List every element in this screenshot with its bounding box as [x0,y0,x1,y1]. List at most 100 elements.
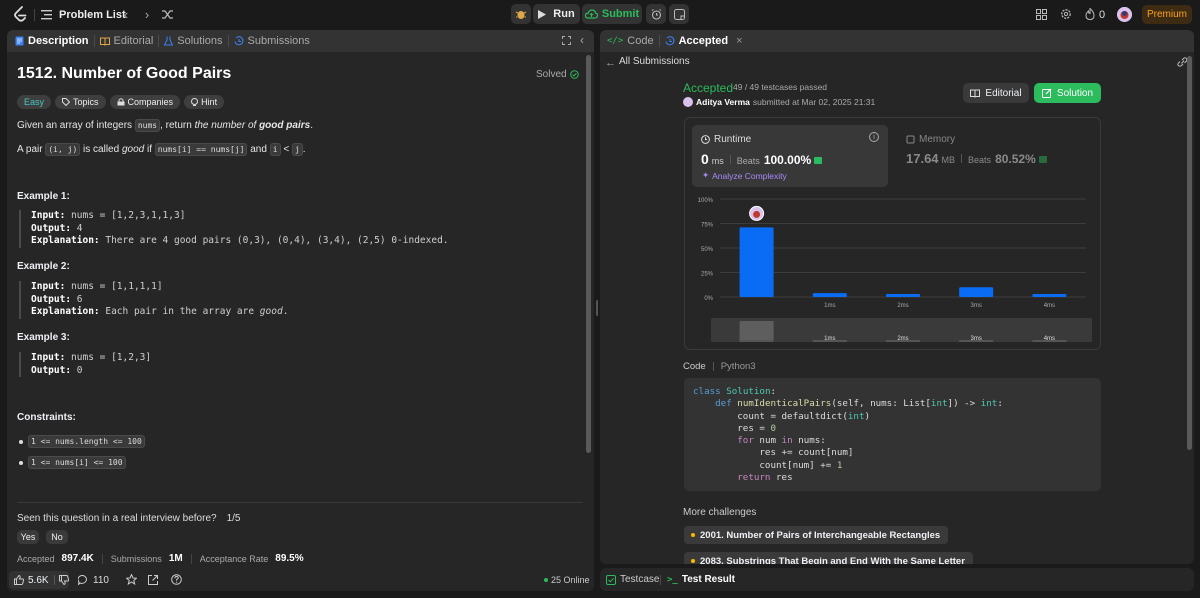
analyze-complexity-link[interactable]: ✦ Analyze Complexity [702,170,787,181]
help-icon[interactable] [171,574,182,585]
play-icon [538,9,547,19]
layout-icon[interactable] [1036,9,1047,20]
constraints-title: Constraints: [17,412,76,423]
problem-list-icon[interactable] [41,9,52,20]
problem-title: 1512. Number of Good Pairs [17,65,232,82]
like-dislike-group: 5.6K [9,571,69,589]
info-icon[interactable]: i [869,132,879,142]
debug-button[interactable] [511,4,531,24]
submission-panel: </> Code Accepted × ← All Submissions Ac… [600,30,1194,564]
y-tick-label: 25% [701,272,714,278]
run-button[interactable]: Run [533,4,580,24]
overview-tick-label: 1ms [824,336,835,342]
tab-editorial[interactable]: Editorial [95,35,159,47]
memory-card[interactable]: Memory 17.64 MB Beats 80.52% [898,125,1094,187]
challenge-link-1[interactable]: 2001. Number of Pairs of Interchangeable… [684,526,949,544]
more-challenges-title: More challenges [683,507,757,518]
bar-3ms [959,287,994,297]
premium-label: Premium [1146,9,1187,20]
close-tab-icon[interactable]: × [736,35,742,47]
tab-test-result[interactable]: >_ Test Result [667,574,735,585]
settings-gear-icon[interactable] [1060,8,1072,20]
cloud-upload-icon [584,9,598,19]
panel-resize-handle[interactable] [596,300,598,316]
code-brackets-icon: </> [607,36,624,46]
problem-list-link[interactable]: Problem List [59,9,126,21]
code-block[interactable]: class Solution: def numIdenticalPairs(se… [684,378,1101,491]
stats-row: Accepted 897.4K Submissions 1M Acceptance … [17,553,304,564]
solution-button[interactable]: Solution [1034,83,1101,103]
back-arrow-icon[interactable]: ← [605,57,616,69]
runtime-distribution-chart[interactable]: 100% 75% 50% 25% 0% 1ms 2ms 3ms 4ms 1ms 2ms 3ms 4ms [692,190,1092,350]
notes-button[interactable] [669,4,689,24]
share-icon[interactable] [148,575,158,585]
premium-button[interactable]: Premium [1142,5,1192,24]
x-tick-label: 3ms [971,303,982,309]
timer-button[interactable] [646,4,666,24]
bar-1ms [812,293,847,297]
runtime-card[interactable]: Runtime i 0 ms Beats 100.00% ✦ Analyze Co… [692,125,888,187]
testcases-passed: 49 / 49 testcases passed [733,82,828,92]
submitter-row: Aditya Verma submitted at Mar 02, 2025 2… [683,97,875,107]
constraint-2: 1 <= nums[i] <= 100 [19,456,126,469]
editorial-button[interactable]: Editorial [963,83,1029,103]
thumbs-down-icon[interactable] [59,575,69,585]
example-3-title: Example 3: [17,332,70,343]
right-tab-bar: </> Code Accepted × [600,30,1194,52]
history-icon [665,36,674,46]
history-icon [234,36,243,46]
interview-question: Seen this question in a real interview b… [17,513,241,524]
book-icon [99,37,110,46]
tab-submissions[interactable]: Submissions [229,35,315,47]
collapse-icon[interactable]: ‹ [580,33,584,47]
submitter-avatar [683,97,693,107]
prev-problem-icon[interactable]: ‹ [121,7,131,22]
memory-beats-pct: 80.52% [995,152,1036,166]
overview-tick-label: 4ms [1044,336,1055,342]
right-scrollbar[interactable] [1187,56,1192,450]
alarm-clock-icon [651,8,661,20]
leetcode-logo[interactable] [13,6,27,22]
streak-count: 0 [1099,9,1106,21]
companies-tag[interactable]: Companies [109,95,181,109]
tab-solutions[interactable]: Solutions [159,35,227,47]
sparkle-icon: ✦ [702,170,710,180]
tag-row: Easy Topics Companies Hint [17,95,225,109]
shuffle-icon[interactable] [162,9,174,20]
overview-tick-label: 3ms [971,336,982,342]
topics-tag[interactable]: Topics [55,95,106,109]
check-circle-icon [569,70,579,79]
submit-label: Submit [601,8,640,20]
tab-accepted[interactable]: Accepted × [660,35,748,47]
challenge-link-2[interactable]: 2083. Substrings That Begin and End With… [684,552,973,564]
clock-icon [701,135,710,144]
tab-testcase[interactable]: Testcase [606,574,659,585]
comment-icon[interactable] [78,575,88,585]
all-submissions-link[interactable]: All Submissions [619,56,690,67]
hint-tag[interactable]: Hint [184,95,225,109]
runtime-label: Runtime [714,134,752,145]
no-button[interactable]: No [46,530,68,544]
tab-description[interactable]: Description [7,35,94,47]
example-2-title: Example 2: [17,261,70,272]
run-label: Run [553,8,575,20]
runtime-value: 0 [701,151,709,167]
tab-code[interactable]: </> Code [600,35,659,47]
yes-button[interactable]: Yes [17,530,39,544]
maximize-icon[interactable] [562,36,571,45]
bug-icon [515,11,527,19]
streak-fire-icon[interactable] [1085,8,1095,20]
divider [17,502,583,503]
user-avatar[interactable] [1117,7,1132,22]
submit-button[interactable]: Submit [582,4,642,24]
bar-4ms [1032,294,1067,297]
terminal-icon: >_ [667,574,678,585]
flask-icon [164,36,174,46]
next-problem-icon[interactable]: › [142,7,152,22]
thumbs-up-icon[interactable] [14,575,24,585]
y-tick-label: 0% [704,296,713,302]
star-icon[interactable] [126,574,137,585]
left-scrollbar[interactable] [586,55,591,453]
x-tick-label: 1ms [824,303,835,309]
difficulty-badge: Easy [17,95,52,109]
